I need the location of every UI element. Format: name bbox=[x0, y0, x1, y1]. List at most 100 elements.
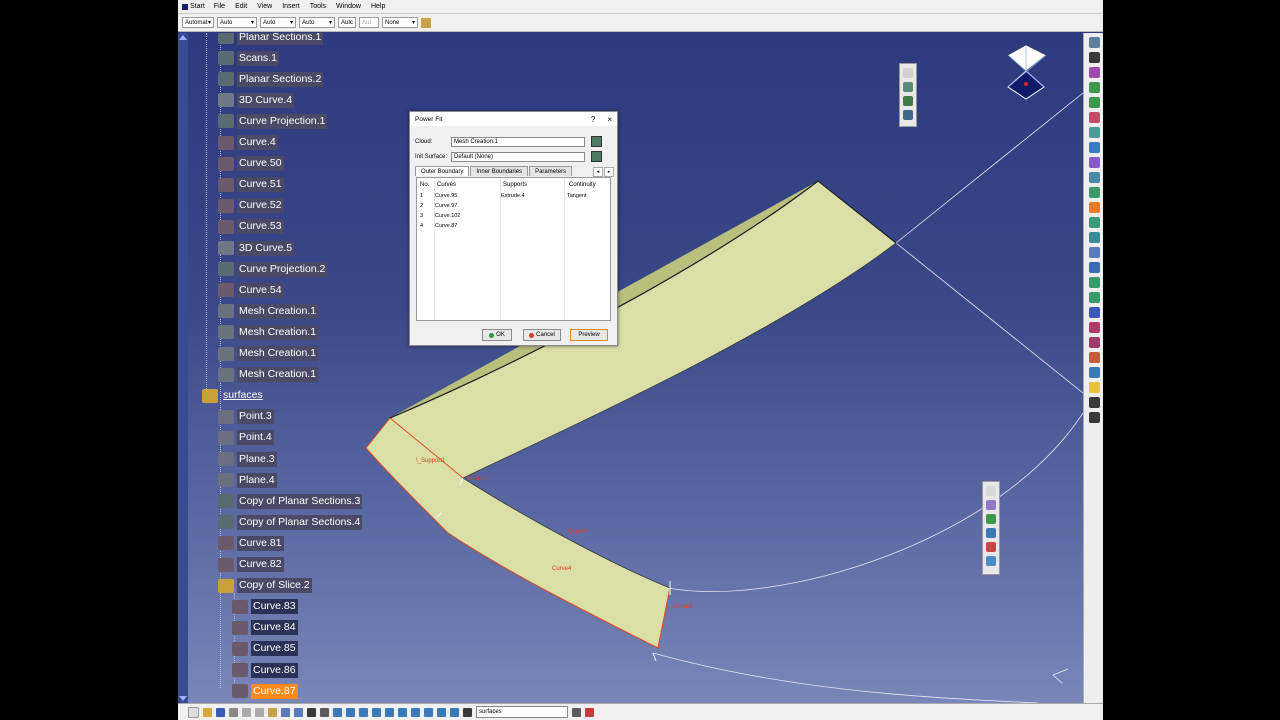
fit-all-icon[interactable] bbox=[333, 707, 342, 717]
undo-icon[interactable] bbox=[281, 707, 290, 717]
tree-node[interactable]: Curve.82 bbox=[218, 557, 284, 573]
mesh-tool-icon[interactable] bbox=[1088, 172, 1100, 183]
trim-icon[interactable] bbox=[1088, 292, 1100, 303]
column-header-no[interactable]: No. bbox=[420, 182, 429, 188]
tree-node[interactable]: Planar Sections.1 bbox=[218, 33, 324, 45]
extract-icon[interactable] bbox=[1088, 307, 1100, 318]
join-icon[interactable] bbox=[1088, 262, 1100, 273]
plane-tool-icon[interactable] bbox=[1088, 142, 1100, 153]
tree-scrollbar[interactable] bbox=[178, 33, 188, 703]
row-4-curve[interactable]: Curve.87 bbox=[435, 223, 457, 229]
help-button[interactable]: ? bbox=[591, 115, 595, 124]
paste-icon[interactable] bbox=[268, 707, 277, 717]
menu-window[interactable]: Window bbox=[331, 3, 366, 10]
transparency-combo[interactable]: Auto ▾ bbox=[217, 17, 257, 28]
tree-node[interactable]: Planar Sections.2 bbox=[218, 71, 324, 87]
column-header-supports[interactable]: Supports bbox=[503, 182, 527, 188]
sketch-icon[interactable] bbox=[1088, 67, 1100, 78]
power-fit-icon[interactable] bbox=[1088, 157, 1100, 168]
tree-node[interactable]: Point.3 bbox=[218, 409, 274, 425]
scan-toggle-icon[interactable] bbox=[903, 110, 913, 120]
scroll-up-icon[interactable] bbox=[179, 35, 187, 40]
tree-node[interactable]: Curve.86 bbox=[232, 662, 298, 678]
workbench-icon[interactable] bbox=[1088, 37, 1100, 48]
what-is-this-icon[interactable] bbox=[307, 707, 316, 717]
tree-node[interactable]: Curve.83 bbox=[232, 599, 298, 615]
mesh-toggle-icon[interactable] bbox=[903, 96, 913, 106]
linetype-combo[interactable]: Auto ▾ bbox=[299, 17, 335, 28]
tree-node[interactable]: Curve.54 bbox=[218, 282, 284, 298]
cutting-plane-icon[interactable] bbox=[986, 556, 996, 566]
tree-node[interactable]: 3D Curve.4 bbox=[218, 92, 295, 108]
cut-icon[interactable] bbox=[242, 707, 251, 717]
curve-tool-icon[interactable] bbox=[1088, 112, 1100, 123]
tree-node[interactable]: Copy of Planar Sections.4 bbox=[218, 514, 363, 530]
fillet-icon[interactable] bbox=[1088, 322, 1100, 333]
tree-node[interactable]: Curve.52 bbox=[218, 198, 284, 214]
copy-icon[interactable] bbox=[255, 707, 264, 717]
print-icon[interactable] bbox=[229, 707, 238, 717]
menu-view[interactable]: View bbox=[252, 3, 277, 10]
formula-icon[interactable] bbox=[320, 707, 329, 717]
zoom-in-icon[interactable] bbox=[372, 707, 381, 717]
tree-node[interactable]: Plane.3 bbox=[218, 451, 277, 467]
tree-node[interactable]: Curve.85 bbox=[232, 641, 298, 657]
tab-parameters[interactable]: Parameters bbox=[529, 166, 573, 176]
split-icon[interactable] bbox=[1088, 277, 1100, 288]
point-symbol-combo[interactable]: Autc bbox=[338, 17, 356, 28]
pan-icon[interactable] bbox=[346, 707, 355, 717]
tree-node[interactable]: Curve Projection.1 bbox=[218, 113, 328, 129]
analysis-icon[interactable] bbox=[986, 500, 996, 510]
hide-show-icon[interactable] bbox=[437, 707, 446, 717]
3d-viewport[interactable]: \_Support1 Curve1 Curve2 Curve3 Curve4 P… bbox=[178, 33, 1083, 703]
boundary-table[interactable]: No. Curves Supports Continuity 1 Curve.9… bbox=[416, 177, 611, 321]
tree-node[interactable]: Curve.4 bbox=[218, 135, 278, 151]
tree-node[interactable]: Curve Projection.2 bbox=[218, 261, 328, 277]
menu-file[interactable]: File bbox=[209, 3, 230, 10]
menu-start[interactable]: Start bbox=[178, 3, 209, 10]
color-map-icon[interactable] bbox=[986, 514, 996, 524]
render-style-combo[interactable]: Aut bbox=[359, 17, 379, 28]
tab-outer-boundary[interactable]: Outer Boundary bbox=[415, 166, 470, 176]
tree-node[interactable]: 3D Curve.5 bbox=[218, 240, 295, 256]
column-header-continuity[interactable]: Continuity bbox=[569, 182, 596, 188]
thickness-combo[interactable]: Auto ▾ bbox=[260, 17, 296, 28]
extrude-icon[interactable] bbox=[1088, 232, 1100, 243]
toggle-icon[interactable] bbox=[903, 82, 913, 92]
point-tool-icon[interactable] bbox=[1088, 82, 1100, 93]
init-surface-select-icon[interactable] bbox=[591, 151, 602, 162]
tree-node[interactable]: Point.4 bbox=[218, 430, 274, 446]
line-tool-icon[interactable] bbox=[1088, 97, 1100, 108]
cancel-button[interactable]: Cancel bbox=[523, 329, 561, 341]
menu-tools[interactable]: Tools bbox=[305, 3, 331, 10]
lock-icon[interactable] bbox=[463, 707, 472, 717]
catalog-icon[interactable] bbox=[1088, 412, 1100, 423]
history-icon[interactable] bbox=[572, 707, 581, 717]
open-icon[interactable] bbox=[203, 707, 212, 717]
connect-checker-icon[interactable] bbox=[986, 528, 996, 538]
painter-icon[interactable] bbox=[421, 17, 431, 28]
blend-icon[interactable] bbox=[1088, 217, 1100, 228]
tree-node[interactable]: Curve.84 bbox=[232, 620, 298, 636]
tree-node[interactable]: Mesh Creation.1 bbox=[218, 324, 319, 340]
quick-view-icon[interactable] bbox=[411, 707, 420, 717]
menu-edit[interactable]: Edit bbox=[230, 3, 252, 10]
row-1-continuity[interactable]: Tangent bbox=[567, 193, 587, 199]
tree-node[interactable]: Curve.87 bbox=[232, 683, 298, 699]
select-icon[interactable] bbox=[1088, 52, 1100, 63]
view-mode-icon[interactable] bbox=[424, 707, 433, 717]
cloud-select-icon[interactable] bbox=[591, 136, 602, 147]
redo-icon[interactable] bbox=[294, 707, 303, 717]
annotation-icon[interactable] bbox=[1088, 382, 1100, 393]
tree-node[interactable]: Mesh Creation.1 bbox=[218, 367, 319, 383]
tree-node[interactable]: Mesh Creation.1 bbox=[218, 346, 319, 362]
projection-icon[interactable] bbox=[1088, 127, 1100, 138]
current-set-combo[interactable]: surfaces bbox=[476, 706, 568, 718]
row-1-curve[interactable]: Curve.95 bbox=[435, 193, 457, 199]
compass-icon[interactable] bbox=[1007, 44, 1047, 100]
tree-node[interactable]: Plane.4 bbox=[218, 472, 277, 488]
rotate-icon[interactable] bbox=[1088, 352, 1100, 363]
surface-tool-icon[interactable] bbox=[1088, 187, 1100, 198]
row-3-curve[interactable]: Curve.102 bbox=[435, 213, 460, 219]
analysis-tool-icon[interactable] bbox=[1088, 367, 1100, 378]
